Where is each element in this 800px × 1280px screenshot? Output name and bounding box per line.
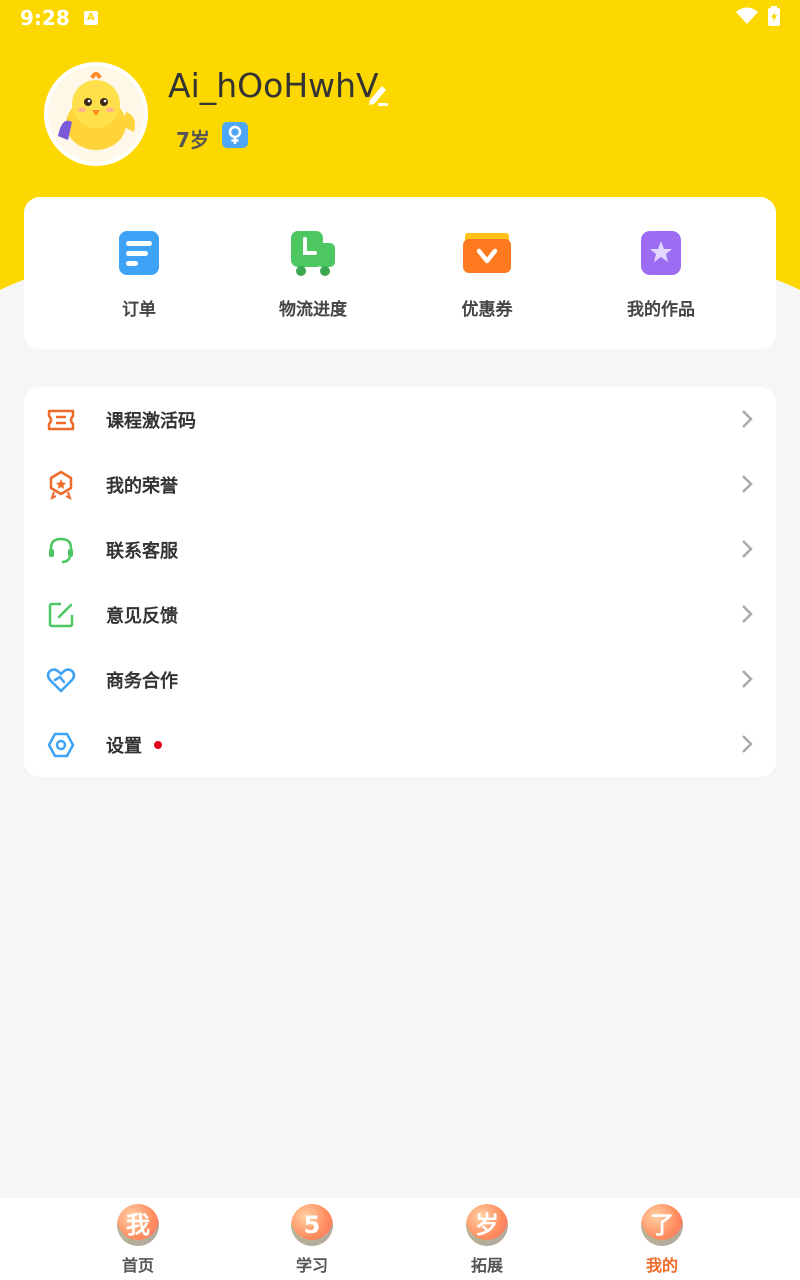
ticket-icon [47, 409, 75, 431]
menu-item-label: 商务合作 [106, 671, 178, 692]
truck-icon [291, 231, 335, 276]
tab-mine-icon: 了 [641, 1204, 683, 1246]
menu-item-my-honors[interactable]: 我的荣誉 [24, 452, 776, 517]
status-bar: 9:28 A [0, 0, 800, 36]
works-icon [641, 231, 681, 275]
tab-label: 我的 [645, 1256, 678, 1275]
bottom-tab-bar: 我 首页 5 学习 岁 拓展 了 我的 [0, 1198, 800, 1280]
female-gender-icon [222, 122, 248, 148]
status-time: 9:28 [20, 6, 70, 30]
menu-item-customer-service[interactable]: 联系客服 [24, 517, 776, 582]
tab-label: 拓展 [470, 1256, 503, 1275]
wifi-icon [736, 7, 758, 24]
feedback-icon [48, 602, 74, 628]
menu-item-label: 课程激活码 [106, 411, 196, 432]
notification-dot [154, 741, 162, 749]
tab-home[interactable]: 我 首页 [98, 1204, 178, 1276]
tab-mine[interactable]: 了 我的 [622, 1204, 702, 1276]
tab-extend-icon: 岁 [466, 1204, 508, 1246]
chick-avatar-icon [48, 66, 144, 162]
quick-action-label: 物流进度 [279, 300, 347, 320]
menu-item-label: 联系客服 [106, 541, 178, 562]
tab-label: 学习 [295, 1256, 328, 1275]
quick-action-label: 优惠券 [461, 300, 513, 320]
avatar[interactable] [44, 62, 148, 166]
quick-action-orders[interactable]: 订单 [79, 227, 199, 320]
chevron-right-icon [742, 735, 753, 753]
chevron-right-icon [742, 475, 753, 493]
chevron-right-icon [742, 540, 753, 558]
coupon-icon [463, 233, 511, 273]
settings-icon [47, 732, 75, 758]
quick-actions-card: 订单 物流进度 优惠券 我的作品 [24, 197, 776, 349]
quick-action-label: 我的作品 [627, 300, 695, 320]
menu-item-label: 我的荣誉 [106, 476, 178, 497]
chevron-right-icon [742, 605, 753, 623]
tab-label: 首页 [121, 1256, 154, 1275]
quick-action-my-works[interactable]: 我的作品 [601, 227, 721, 320]
menu-item-business-cooperation[interactable]: 商务合作 [24, 647, 776, 712]
tab-study-icon: 5 [291, 1204, 333, 1246]
chevron-right-icon [742, 410, 753, 428]
tab-home-icon: 我 [117, 1204, 159, 1246]
quick-action-logistics[interactable]: 物流进度 [253, 227, 373, 320]
username: Ai_hOoHwhV [168, 66, 379, 105]
menu-item-settings[interactable]: 设置 [24, 712, 776, 777]
tab-extend[interactable]: 岁 拓展 [447, 1204, 527, 1276]
menu-card: 课程激活码 我的荣誉 联系客服 意见反馈 商务合作 设置 [24, 387, 776, 777]
badge-icon [49, 470, 73, 500]
tab-study[interactable]: 5 学习 [272, 1204, 352, 1276]
notification-a-icon: A [83, 11, 98, 25]
battery-charging-icon [768, 6, 780, 26]
headset-icon [49, 537, 73, 564]
age-label: 7岁 [176, 128, 210, 152]
quick-action-coupons[interactable]: 优惠券 [427, 227, 547, 320]
handshake-heart-icon [46, 668, 76, 693]
menu-item-course-activation[interactable]: 课程激活码 [24, 387, 776, 452]
menu-item-label: 意见反馈 [106, 606, 178, 627]
menu-item-feedback[interactable]: 意见反馈 [24, 582, 776, 647]
chevron-right-icon [742, 670, 753, 688]
order-icon [119, 231, 159, 275]
menu-item-label: 设置 [106, 736, 142, 757]
quick-action-label: 订单 [122, 300, 156, 320]
edit-pencil-icon[interactable] [366, 80, 390, 106]
